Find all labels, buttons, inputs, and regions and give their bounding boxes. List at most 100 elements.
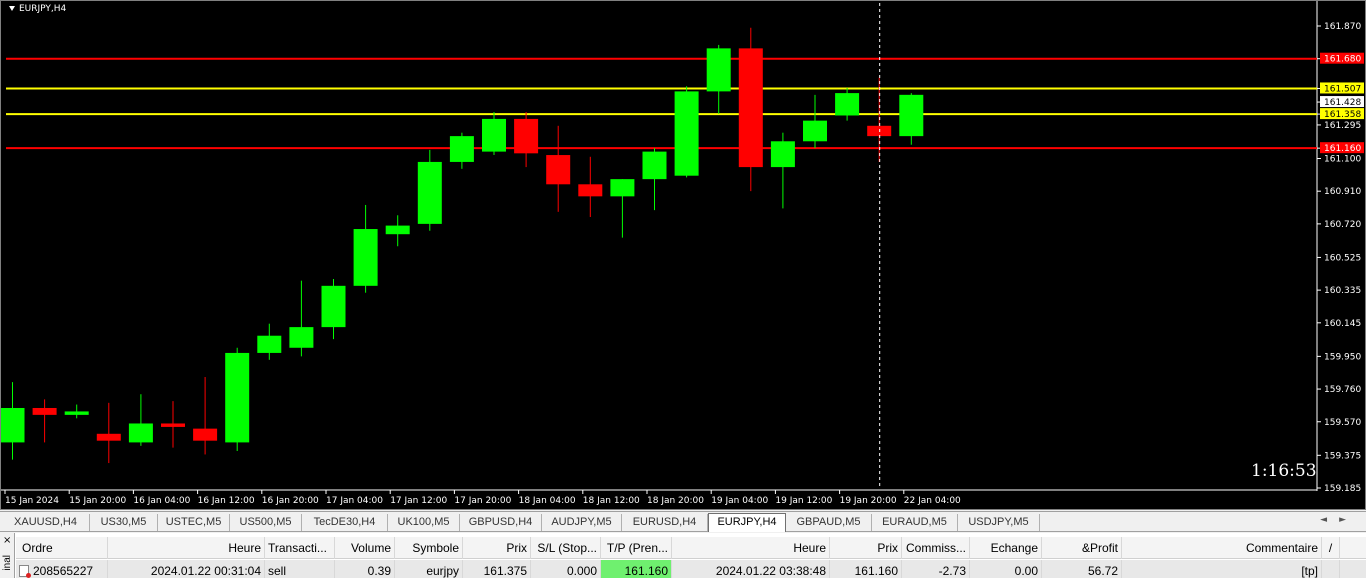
candle-bull[interactable] xyxy=(610,179,635,197)
price-tick-label: 160.145 xyxy=(1324,319,1361,329)
price-tag-label: 161.358 xyxy=(1324,110,1361,120)
header-col-take-profit[interactable]: T/P (Pren... xyxy=(601,537,672,559)
candle-bull[interactable] xyxy=(289,327,314,348)
tab-ustec-m5[interactable]: USTEC,M5 xyxy=(158,514,230,531)
chart-symbol-label: EURJPY,H4 xyxy=(19,4,67,14)
candle-bear[interactable] xyxy=(578,184,603,197)
header-col-volume[interactable]: Volume xyxy=(335,537,395,559)
table-row[interactable]: 208565227 2024.01.22 00:31:04 sell 0.39 eurj… xyxy=(16,560,1366,578)
tab-tecde30-h4[interactable]: TecDE30,H4 xyxy=(302,514,388,531)
tab-scroll-arrows-icon[interactable]: ◄► xyxy=(1320,515,1358,525)
cell-symbol: eurjpy xyxy=(395,560,463,578)
header-col-profit[interactable]: &Profit xyxy=(1042,537,1122,559)
time-tick-label: 15 Jan 2024 xyxy=(5,496,59,506)
candle-bear[interactable] xyxy=(514,118,539,154)
candle-bull[interactable] xyxy=(353,229,378,286)
time-tick-label: 19 Jan 12:00 xyxy=(775,496,832,506)
price-tick-label: 160.720 xyxy=(1324,220,1361,230)
candle-bull[interactable] xyxy=(482,118,506,152)
candle-bull[interactable] xyxy=(674,91,699,176)
tab-uk100-m5[interactable]: UK100,M5 xyxy=(388,514,460,531)
header-col-close-price[interactable]: Prix xyxy=(830,537,902,559)
price-tag-label: 161.507 xyxy=(1324,84,1361,94)
candle-bull[interactable] xyxy=(835,93,860,116)
price-tag-label: 161.680 xyxy=(1324,55,1361,65)
price-tick-label: 159.950 xyxy=(1324,352,1361,362)
header-col-type[interactable]: Transacti... xyxy=(265,537,335,559)
price-tick-label: 159.185 xyxy=(1324,484,1361,494)
candle-bull[interactable] xyxy=(417,161,442,224)
chart-tab-bar: ◄► XAUUSD,H4 US30,M5 USTEC,M5 US500,M5 TecDE… xyxy=(0,511,1366,532)
cell-order-id: 208565227 xyxy=(16,560,108,578)
history-table-header: Ordre Heure Transacti... Volume Symbole Prix S… xyxy=(16,537,1366,559)
tab-euraud-m5[interactable]: EURAUD,M5 xyxy=(872,514,958,531)
price-tick-label: 161.100 xyxy=(1324,154,1361,164)
tab-usdjpy-m5[interactable]: USDJPY,M5 xyxy=(958,514,1040,531)
candle-bear[interactable] xyxy=(193,428,218,441)
header-col-order[interactable]: Ordre xyxy=(16,537,108,559)
header-col-close-time[interactable]: Heure xyxy=(672,537,830,559)
header-col-open-price[interactable]: Prix xyxy=(463,537,531,559)
candle-bear[interactable] xyxy=(546,155,571,185)
candle-bull[interactable] xyxy=(899,94,924,137)
tab-gbpaud-m5[interactable]: GBPAUD,M5 xyxy=(786,514,872,531)
tab-audjpy-m5[interactable]: AUDJPY,M5 xyxy=(542,514,622,531)
tab-us30-m5[interactable]: US30,M5 xyxy=(90,514,158,531)
cell-comment: [tp] xyxy=(1122,560,1322,578)
header-col-swap[interactable]: Echange xyxy=(970,537,1042,559)
candle-bull[interactable] xyxy=(449,136,474,162)
candle-bear[interactable] xyxy=(161,423,185,427)
tab-gbpusd-h4[interactable]: GBPUSD,H4 xyxy=(460,514,542,531)
trading-terminal-window: 161.870 161.680 161.507 161.428 161.358161.2… xyxy=(0,0,1366,578)
price-chart[interactable]: 161.870 161.680 161.507 161.428 161.358161.2… xyxy=(0,0,1366,510)
time-tick-label: 17 Jan 04:00 xyxy=(326,496,383,506)
tab-xauusd-h4[interactable]: XAUUSD,H4 xyxy=(2,514,90,531)
time-tick-label: 16 Jan 12:00 xyxy=(198,496,255,506)
tab-eurjpy-h4[interactable]: EURJPY,H4 xyxy=(708,513,786,532)
header-col-stop-loss[interactable]: S/L (Stop... xyxy=(531,537,601,559)
cell-take-profit: 161.160 xyxy=(601,560,672,578)
cell-volume: 0.39 xyxy=(335,560,395,578)
chart-title: EURJPY,H4 xyxy=(9,4,66,14)
candle-bear[interactable] xyxy=(32,407,57,415)
price-tick-label: 160.525 xyxy=(1324,253,1361,263)
cell-extra xyxy=(1322,560,1340,578)
cell-commission: -2.73 xyxy=(902,560,970,578)
candle-bull[interactable] xyxy=(803,120,827,142)
candle-bull[interactable] xyxy=(321,285,346,328)
candle-bear[interactable] xyxy=(96,433,121,441)
header-col-symbol[interactable]: Symbole xyxy=(395,537,463,559)
sell-order-icon xyxy=(19,565,31,578)
candle-bull[interactable] xyxy=(642,151,667,180)
time-tick-label: 15 Jan 20:00 xyxy=(69,496,126,506)
price-tick-label: 159.570 xyxy=(1324,418,1361,428)
cell-close-time: 2024.01.22 03:38:48 xyxy=(672,560,830,578)
header-col-open-time[interactable]: Heure xyxy=(108,537,265,559)
header-col-sort[interactable]: / xyxy=(1322,537,1340,559)
chart-canvas[interactable]: 161.870 161.680 161.507 161.428 161.358161.2… xyxy=(1,1,1366,511)
terminal-side-bar: × inal xyxy=(0,533,15,578)
candle-bull[interactable] xyxy=(128,423,153,443)
tab-us500-m5[interactable]: US500,M5 xyxy=(230,514,302,531)
candle-bull[interactable] xyxy=(1,407,25,443)
header-col-comment[interactable]: Commentaire xyxy=(1122,537,1322,559)
header-col-commission[interactable]: Commiss... xyxy=(902,537,970,559)
candle-bull[interactable] xyxy=(64,411,89,415)
price-tick-label: 160.335 xyxy=(1324,286,1361,296)
time-tick-label: 18 Jan 12:00 xyxy=(583,496,640,506)
candle-bull[interactable] xyxy=(385,225,410,235)
tab-eurusd-h4[interactable]: EURUSD,H4 xyxy=(622,514,708,531)
time-tick-label: 16 Jan 04:00 xyxy=(133,496,190,506)
candle-bull[interactable] xyxy=(225,352,250,443)
candle-bull[interactable] xyxy=(706,48,731,92)
cell-stop-loss: 0.000 xyxy=(531,560,601,578)
price-tick-label: 161.295 xyxy=(1324,121,1361,131)
candle-bear[interactable] xyxy=(738,48,763,168)
terminal-side-label: inal xyxy=(2,555,13,571)
candle-bull[interactable] xyxy=(257,335,282,353)
dropdown-triangle-icon[interactable] xyxy=(9,6,15,11)
close-icon[interactable]: × xyxy=(3,535,11,546)
time-tick-label: 19 Jan 04:00 xyxy=(711,496,768,506)
candle-bull[interactable] xyxy=(770,141,795,168)
time-tick-label: 19 Jan 20:00 xyxy=(840,496,897,506)
